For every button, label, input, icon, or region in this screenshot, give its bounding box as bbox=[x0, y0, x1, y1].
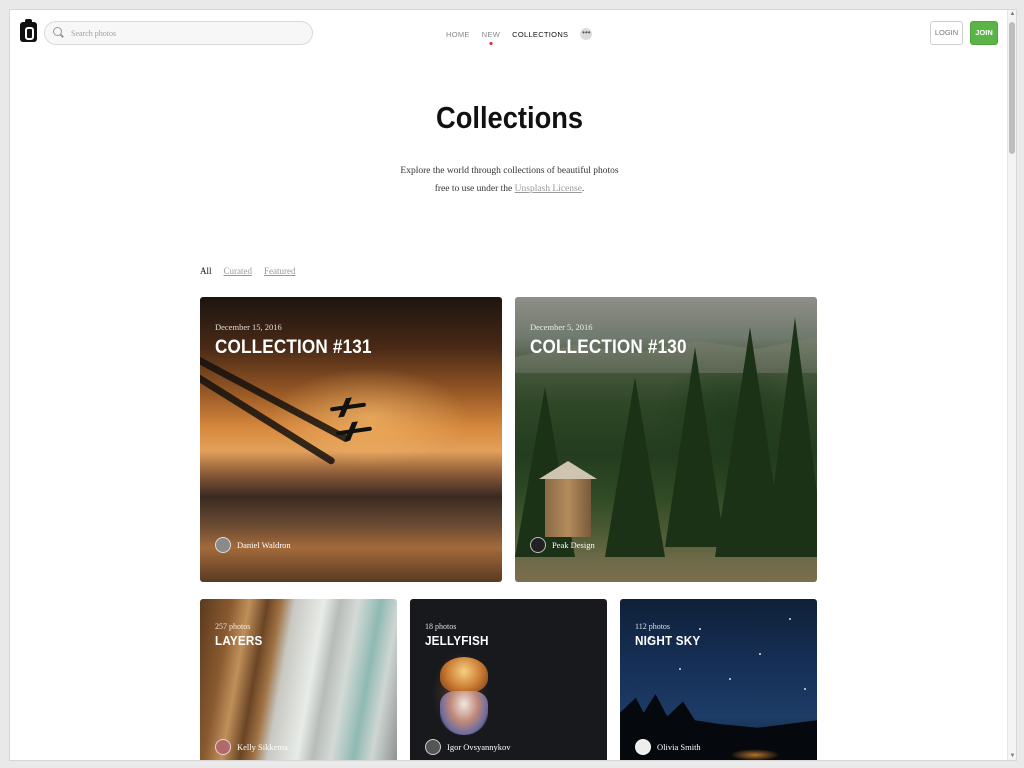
license-link[interactable]: Unsplash License bbox=[515, 184, 582, 194]
browser-viewport: HOME NEW COLLECTIONS ••• LOGIN JOIN Coll… bbox=[9, 9, 1017, 761]
search-icon bbox=[53, 27, 65, 39]
avatar[interactable] bbox=[215, 537, 231, 553]
card-photo-count: 257 photos bbox=[215, 622, 251, 631]
jellyfish-bell bbox=[440, 657, 488, 693]
subtitle-suffix: . bbox=[581, 184, 585, 194]
search-input[interactable] bbox=[71, 28, 301, 38]
card-title[interactable]: COLLECTION #131 bbox=[215, 337, 372, 359]
wooden-hut bbox=[545, 477, 591, 537]
avatar[interactable] bbox=[635, 739, 651, 755]
author-name[interactable]: Kelly Sikkema bbox=[237, 742, 288, 752]
tree bbox=[605, 377, 665, 557]
author-name[interactable]: Igor Ovsyannykov bbox=[447, 742, 511, 752]
main-nav: HOME NEW COLLECTIONS ••• bbox=[446, 28, 593, 45]
page-title: Collections bbox=[436, 100, 584, 135]
page-subtitle: Explore the world through collections of… bbox=[10, 162, 1009, 198]
author-name[interactable]: Daniel Waldron bbox=[237, 540, 291, 550]
card-author[interactable]: Kelly Sikkema bbox=[215, 739, 288, 755]
card-title[interactable]: NIGHT SKY bbox=[635, 633, 700, 648]
collection-filters: All Curated Featured bbox=[200, 266, 308, 276]
filter-featured[interactable]: Featured bbox=[264, 266, 296, 276]
card-author[interactable]: Daniel Waldron bbox=[215, 537, 291, 553]
filter-curated[interactable]: Curated bbox=[224, 266, 253, 276]
card-title[interactable]: JELLYFISH bbox=[425, 633, 489, 648]
collection-card-131[interactable]: December 15, 2016 COLLECTION #131 Daniel… bbox=[200, 297, 502, 582]
plane-silhouette bbox=[329, 402, 367, 412]
filter-all[interactable]: All bbox=[200, 266, 212, 276]
author-name[interactable]: Peak Design bbox=[552, 540, 595, 550]
avatar[interactable] bbox=[425, 739, 441, 755]
avatar[interactable] bbox=[215, 739, 231, 755]
card-photo-count: 18 photos bbox=[425, 622, 457, 631]
card-title[interactable]: LAYERS bbox=[215, 633, 262, 648]
more-menu-button[interactable]: ••• bbox=[580, 28, 593, 40]
join-button[interactable]: JOIN bbox=[970, 21, 998, 45]
nav-home-link[interactable]: HOME bbox=[446, 30, 470, 39]
scroll-up-arrow-icon[interactable]: ▲ bbox=[1009, 10, 1016, 18]
collection-card-130[interactable]: December 5, 2016 COLLECTION #130 Peak De… bbox=[515, 297, 817, 582]
nav-new-link[interactable]: NEW bbox=[481, 29, 501, 45]
top-navbar: HOME NEW COLLECTIONS ••• LOGIN JOIN bbox=[10, 10, 1009, 56]
scrollbar-thumb[interactable] bbox=[1009, 22, 1015, 154]
jellyfish-tentacles bbox=[440, 691, 488, 735]
card-author[interactable]: Olivia Smith bbox=[635, 739, 701, 755]
avatar[interactable] bbox=[530, 537, 546, 553]
card-photo-count: 112 photos bbox=[635, 622, 671, 631]
subtitle-line-1: Explore the world through collections of… bbox=[400, 166, 619, 176]
card-author[interactable]: Peak Design bbox=[530, 537, 595, 553]
collection-card-jellyfish[interactable]: 18 photos JELLYFISH Igor Ovsyannykov bbox=[410, 599, 607, 760]
vertical-scrollbar[interactable]: ▲ ▼ bbox=[1007, 10, 1016, 760]
scroll-down-arrow-icon[interactable]: ▼ bbox=[1009, 752, 1016, 760]
card-date: December 5, 2016 bbox=[530, 322, 593, 332]
nav-new-label: NEW bbox=[481, 29, 501, 39]
card-date: December 15, 2016 bbox=[215, 322, 282, 332]
search-bar[interactable] bbox=[44, 21, 313, 45]
subtitle-prefix: free to use under the bbox=[434, 184, 515, 194]
plane-silhouette bbox=[335, 426, 373, 436]
tree bbox=[665, 347, 725, 547]
nav-collections-link[interactable]: COLLECTIONS bbox=[512, 30, 568, 39]
login-button[interactable]: LOGIN bbox=[930, 21, 963, 45]
collection-card-layers[interactable]: 257 photos LAYERS Kelly Sikkema bbox=[200, 599, 397, 760]
subtitle-line-2: free to use under the Unsplash License. bbox=[10, 180, 1009, 198]
tent-glow bbox=[730, 749, 780, 760]
camera-logo-icon[interactable] bbox=[20, 19, 37, 42]
card-title[interactable]: COLLECTION #130 bbox=[530, 337, 687, 359]
new-indicator-dot bbox=[489, 41, 493, 45]
collection-card-night-sky[interactable]: 112 photos NIGHT SKY Olivia Smith bbox=[620, 599, 817, 760]
author-name[interactable]: Olivia Smith bbox=[657, 742, 701, 752]
card-author[interactable]: Igor Ovsyannykov bbox=[425, 739, 511, 755]
